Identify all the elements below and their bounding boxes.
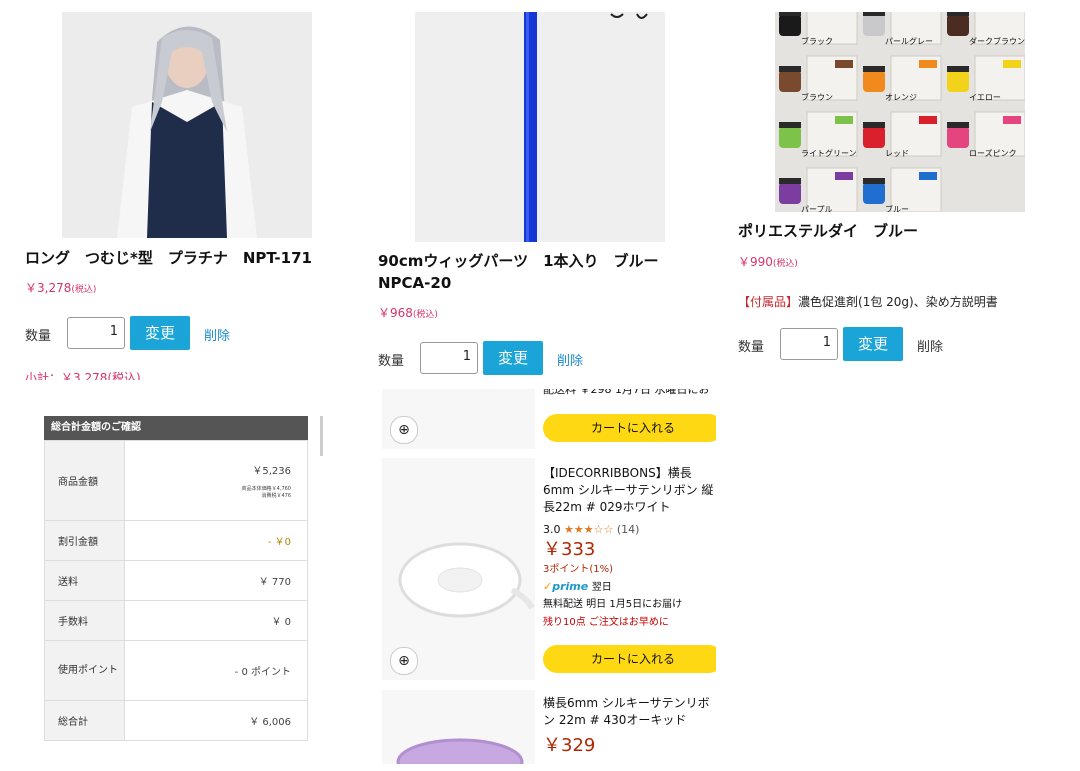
product-title[interactable]: 【IDECORRIBBONS】横長6mm シルキーサテンリボン 縦長22m # … xyxy=(543,465,715,516)
product-base-price: 商品本体価格￥4,760 xyxy=(241,486,291,492)
quantity-label: 数量 xyxy=(25,329,52,344)
prime-check-icon: ✓ xyxy=(543,580,553,593)
table-row: 商品金額 ￥5,236 商品本体価格￥4,760 消費税￥476 xyxy=(44,440,308,521)
delete-link[interactable]: 削除 xyxy=(917,336,943,355)
dye-swatch-label: ブルー xyxy=(885,204,909,212)
change-button[interactable]: 変更 xyxy=(130,316,190,350)
row-value: ￥ 770 xyxy=(124,560,308,601)
table-row: 使用ポイント - 0 ポイント xyxy=(44,640,308,701)
delete-link[interactable]: 削除 xyxy=(204,325,230,344)
dye-swatch-label: ダークブラウン xyxy=(969,36,1025,46)
product-image-dye-set[interactable]: ブラック パールグレー ダークブラウンブラウン オレンジ イエローライトグリーン レッド ロ… xyxy=(775,12,1025,212)
subtotal-partial: 小計：￥3,278(税込) xyxy=(25,369,155,380)
row-value: - ￥0 xyxy=(124,520,308,561)
quantity-label: 数量 xyxy=(738,340,765,355)
accessory-tag: 【付属品】 xyxy=(738,295,799,309)
add-to-cart-button[interactable]: カートに入れる xyxy=(543,414,716,442)
tax-label: (税込) xyxy=(772,259,798,269)
row-value: ￥5,236 商品本体価格￥4,760 消費税￥476 xyxy=(124,440,308,521)
order-totals-panel: 総合計金額のご確認 商品金額 ￥5,236 商品本体価格￥4,760 消費税￥4… xyxy=(44,416,308,750)
quantity-input[interactable]: 1 xyxy=(67,317,125,349)
product-amount: ￥5,236 xyxy=(252,466,291,477)
quantity-input[interactable]: 1 xyxy=(420,342,478,374)
product-image-wig-platinum[interactable] xyxy=(62,12,312,238)
accessory-notice: 【付属品】濃色促進剤(1包 20g)、染め方説明書 xyxy=(738,293,998,310)
add-to-list-icon[interactable]: ⊕ xyxy=(390,416,418,444)
rating-row: 3.0 ★★★☆☆ (14) xyxy=(543,521,639,538)
dye-swatch-label: パープル xyxy=(801,205,833,212)
rating-value: 3.0 xyxy=(543,523,561,536)
dye-swatch-label: ブラック xyxy=(801,36,833,46)
accessory-text: 濃色促進剤(1包 20g)、染め方説明書 xyxy=(798,295,998,309)
amazon-results-panel: 配送料 ￥298 1月7日 水曜日にお届け ⊕ カートに入れる ⊕ 【IDECO… xyxy=(382,389,716,764)
product-image-orchid-ribbon[interactable] xyxy=(382,690,535,764)
price-value: ￥3,278 xyxy=(25,281,72,295)
delivery-info: 無料配送 明日 1月5日にお届け xyxy=(543,599,683,610)
product-title[interactable]: ポリエステルダイ ブルー xyxy=(738,220,1038,242)
quantity-input[interactable]: 1 xyxy=(780,328,838,360)
product-price: ￥968(税込) xyxy=(378,304,438,321)
row-value: - 0 ポイント xyxy=(124,640,308,701)
product-price: ￥990(税込) xyxy=(738,253,798,270)
product-title[interactable]: ロング つむじ*型 プラチナ NPT-171 xyxy=(25,247,345,269)
star-rating-icon: ★★★☆☆ xyxy=(564,523,614,536)
points: 3ポイント(1%) xyxy=(543,564,614,575)
dye-swatch-label: ライトグリーン xyxy=(801,148,857,158)
scrollbar[interactable] xyxy=(320,416,323,456)
product-price: ￥333 xyxy=(543,539,596,560)
table-row: 送料 ￥ 770 xyxy=(44,560,308,601)
totals-table: 商品金額 ￥5,236 商品本体価格￥4,760 消費税￥476 割引金額 - … xyxy=(44,440,308,741)
row-label: 商品金額 xyxy=(44,440,125,521)
prime-day: 翌日 xyxy=(591,582,612,593)
product-image-wig-part-blue[interactable] xyxy=(415,12,665,242)
row-label: 使用ポイント xyxy=(44,640,125,701)
product-title-line1: 90cmウィッグパーツ 1本入り ブルー xyxy=(378,252,659,270)
product-title[interactable]: 横長6mm シルキーサテンリボン 22m # 430オーキッド xyxy=(543,695,715,729)
row-label: 送料 xyxy=(44,560,125,601)
subtotal-text: 小計：￥3,278(税込) xyxy=(25,371,141,380)
change-button[interactable]: 変更 xyxy=(843,327,903,361)
row-label: 手数料 xyxy=(44,600,125,641)
row-label: 総合計 xyxy=(44,700,125,741)
consumption-tax: 消費税￥476 xyxy=(261,493,291,499)
product-title-line2: NPCA-20 xyxy=(378,274,452,292)
row-label: 割引金額 xyxy=(44,520,125,561)
product-price: ￥329 xyxy=(543,735,596,756)
tax-label: (税込) xyxy=(412,310,438,320)
row-value: ￥ 0 xyxy=(124,600,308,641)
totals-header: 総合計金額のご確認 xyxy=(44,416,308,440)
dye-swatch-label: オレンジ xyxy=(885,93,917,102)
delivery-partial: 配送料 ￥298 1月7日 水曜日にお届け xyxy=(543,389,716,397)
table-row: 割引金額 - ￥0 xyxy=(44,520,308,561)
dye-swatch-label: ローズピンク xyxy=(969,148,1017,158)
stock-warning: 残り10点 ご注文はお早めに xyxy=(543,617,669,628)
table-row: 手数料 ￥ 0 xyxy=(44,600,308,641)
dye-swatch-label: レッド xyxy=(885,149,909,158)
add-to-cart-button[interactable]: カートに入れる xyxy=(543,645,716,673)
row-value: ￥ 6,006 xyxy=(124,700,308,741)
product-price: ￥3,278(税込) xyxy=(25,279,96,296)
tax-label: (税込) xyxy=(71,285,97,295)
prime-badge: ✓prime 翌日 xyxy=(543,578,612,596)
delivery-partial-text: 配送料 ￥298 1月7日 水曜日にお届け xyxy=(543,389,710,396)
prime-logo: prime xyxy=(552,580,589,593)
product-title[interactable]: 90cmウィッグパーツ 1本入り ブルー NPCA-20 xyxy=(378,250,678,294)
change-button[interactable]: 変更 xyxy=(483,341,543,375)
dye-swatch-label: パールグレー xyxy=(885,36,933,46)
table-row: 総合計 ￥ 6,006 xyxy=(44,700,308,741)
price-value: ￥990 xyxy=(738,255,773,269)
delete-link[interactable]: 削除 xyxy=(557,350,583,369)
add-to-list-icon[interactable]: ⊕ xyxy=(390,647,418,675)
dye-swatch-label: ブラウン xyxy=(801,92,833,102)
quantity-label: 数量 xyxy=(378,354,405,369)
review-count[interactable]: (14) xyxy=(617,523,640,536)
dye-swatch-label: イエロー xyxy=(969,93,1001,102)
price-value: ￥968 xyxy=(378,306,413,320)
